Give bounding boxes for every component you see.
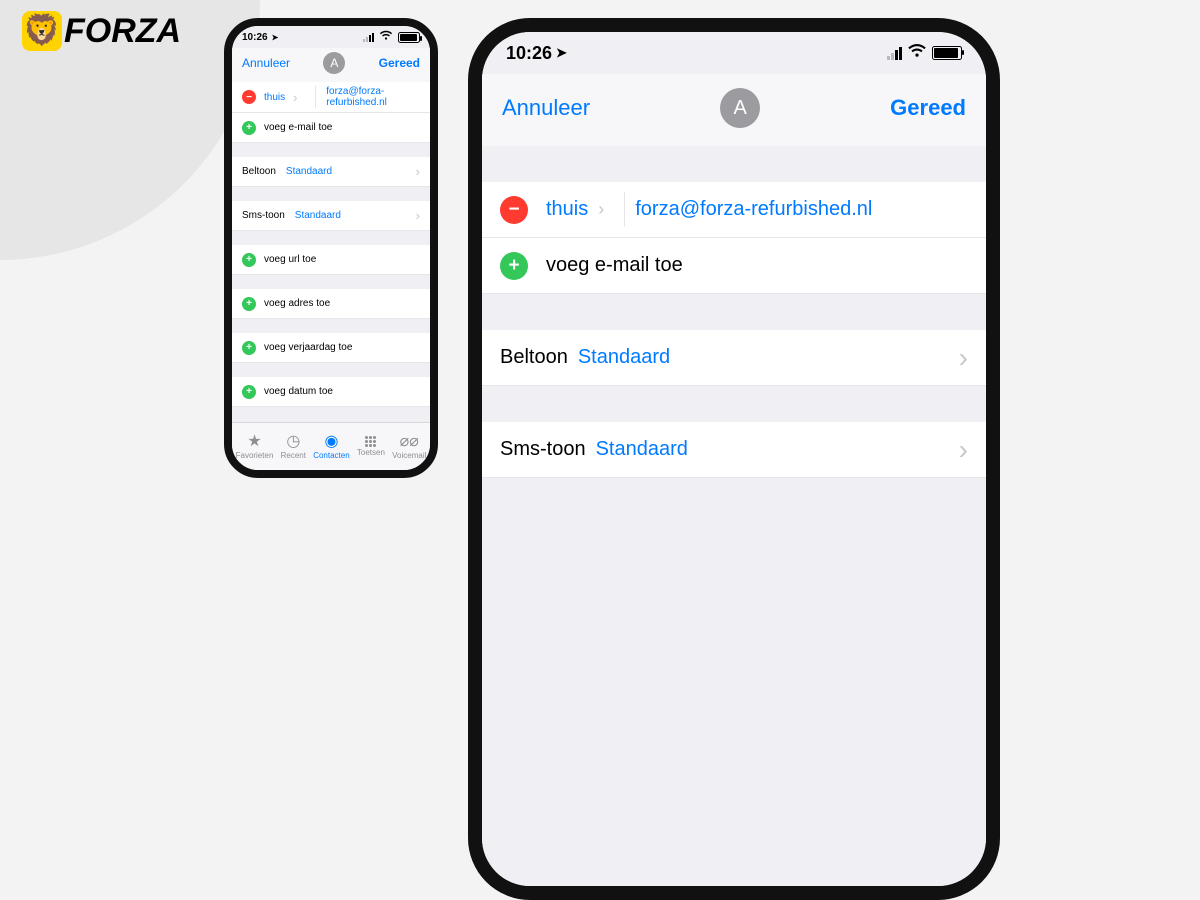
phone-large: 10:26 ➤ Annuleer A Gereed − thuis [468,18,1000,900]
contact-avatar[interactable]: A [720,88,760,128]
battery-icon [932,46,962,60]
battery-icon [398,32,420,43]
add-birthday-row[interactable]: + voeg verjaardag toe [232,333,430,363]
edit-contact-navbar: Annuleer A Gereed [232,48,430,82]
remove-icon[interactable]: − [500,196,528,224]
add-icon: + [500,252,528,280]
location-icon: ➤ [556,45,567,61]
texttone-key: Sms-toon [242,210,285,221]
add-email-label: voeg e-mail toe [264,122,332,133]
add-email-row[interactable]: + voeg e-mail toe [232,113,430,143]
status-bar: 10:26 ➤ [232,26,430,48]
tab-recent[interactable]: ◷ Recent [281,434,306,460]
tab-keypad[interactable]: Toetsen [357,436,385,457]
email-value[interactable]: forza@forza-refurbished.nl [635,198,872,221]
add-date-label: voeg datum toe [264,386,333,397]
ringtone-row[interactable]: Beltoon Standaard › [482,330,986,386]
phone-tabbar: ★ Favorieten ◷ Recent ◉ Contacten Toetse… [232,422,430,470]
keypad-icon [365,436,376,447]
status-bar: 10:26 ➤ [482,32,986,74]
ringtone-value: Standaard [578,346,670,369]
remove-icon[interactable]: − [242,90,256,104]
add-icon: + [242,385,256,399]
add-address-label: voeg adres toe [264,298,330,309]
add-url-label: voeg url toe [264,254,316,265]
email-label[interactable]: thuis [264,92,285,103]
voicemail-icon: ⌀⌀ [400,434,419,450]
tab-favorites[interactable]: ★ Favorieten [236,434,274,460]
edit-contact-navbar: Annuleer A Gereed [482,74,986,146]
phone-small: 10:26 ➤ Annuleer A Gereed − thuis [224,18,438,478]
add-address-row[interactable]: + voeg adres toe [232,289,430,319]
add-email-label: voeg e-mail toe [546,254,683,277]
texttone-row[interactable]: Sms-toon Standaard › [482,422,986,478]
email-field-row[interactable]: − thuis › forza@forza-refurbished.nl [482,182,986,238]
wifi-icon [907,43,927,63]
email-field-row[interactable]: − thuis › forza@forza-refurbished.nl [232,82,430,113]
done-button[interactable]: Gereed [379,56,420,70]
ringtone-row[interactable]: Beltoon Standaard › [232,157,430,187]
ringtone-key: Beltoon [500,346,568,369]
email-label[interactable]: thuis [546,198,588,221]
add-email-row[interactable]: + voeg e-mail toe [482,238,986,294]
star-icon: ★ [247,434,261,450]
add-icon: + [242,121,256,135]
add-icon: + [242,253,256,267]
tab-label: Toetsen [357,448,385,457]
tab-voicemail[interactable]: ⌀⌀ Voicemail [392,434,426,460]
wifi-icon [379,30,393,44]
forza-logo: 🦁 FORZA [22,6,181,56]
chevron-right-icon: › [598,199,604,220]
chevron-right-icon: › [416,209,420,222]
chevron-right-icon: › [959,436,968,464]
cellular-signal-icon [887,46,902,60]
tab-label: Voicemail [392,451,426,460]
ringtone-key: Beltoon [242,166,276,177]
add-icon: + [242,297,256,311]
cellular-signal-icon [363,32,374,42]
chevron-right-icon: › [293,90,297,105]
add-date-row[interactable]: + voeg datum toe [232,377,430,407]
contact-icon: ◉ [324,434,338,450]
add-icon: + [242,341,256,355]
ringtone-value: Standaard [286,166,332,177]
chevron-right-icon: › [416,165,420,178]
forza-lion-icon: 🦁 [22,11,62,51]
texttone-value: Standaard [596,438,688,461]
cancel-button[interactable]: Annuleer [242,56,290,70]
tab-label: Contacten [313,451,349,460]
status-time: 10:26 [506,43,552,64]
done-button[interactable]: Gereed [890,95,966,121]
add-url-row[interactable]: + voeg url toe [232,245,430,275]
texttone-row[interactable]: Sms-toon Standaard › [232,201,430,231]
texttone-key: Sms-toon [500,438,586,461]
forza-wordmark: FORZA [64,12,181,51]
texttone-value: Standaard [295,210,341,221]
contact-avatar[interactable]: A [323,52,345,74]
tab-label: Recent [281,451,306,460]
add-birthday-label: voeg verjaardag toe [264,342,352,353]
cancel-button[interactable]: Annuleer [502,95,590,121]
tab-label: Favorieten [236,451,274,460]
clock-icon: ◷ [286,434,300,450]
email-value[interactable]: forza@forza-refurbished.nl [326,86,420,108]
status-time: 10:26 [242,32,268,43]
tab-contacts[interactable]: ◉ Contacten [313,434,349,460]
location-icon: ➤ [272,33,279,42]
chevron-right-icon: › [959,344,968,372]
